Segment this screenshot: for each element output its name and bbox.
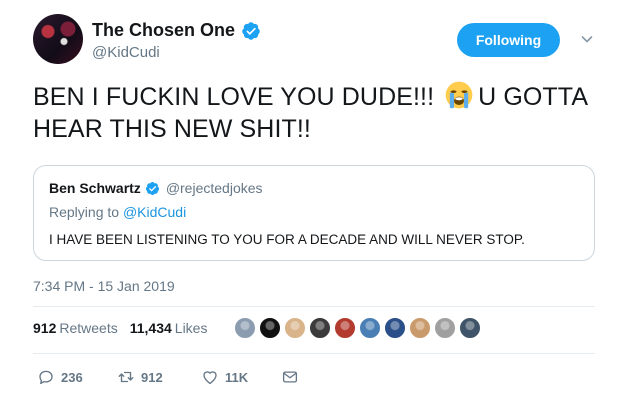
retweet-icon xyxy=(118,371,134,383)
tweet-text-part1: BEN I FUCKIN LOVE YOU DUDE!!! xyxy=(33,83,435,111)
verified-badge-icon xyxy=(145,181,159,195)
quoted-display-name: Ben Schwartz xyxy=(49,180,141,196)
direct-message-button[interactable] xyxy=(281,368,299,386)
liker-avatar[interactable] xyxy=(434,317,456,339)
tweet-card: The Chosen One @KidCudi Following BEN I … xyxy=(0,0,629,412)
likes-label: Likes xyxy=(174,320,208,336)
divider-top xyxy=(33,306,595,307)
liker-avatar[interactable] xyxy=(234,317,256,339)
replying-to-prefix: Replying to xyxy=(49,204,120,220)
tweet-timestamp[interactable]: 7:34 PM - 15 Jan 2019 xyxy=(33,278,175,294)
likes-stat[interactable]: 11,434 Likes xyxy=(130,320,208,336)
retweets-count: 912 xyxy=(33,320,57,336)
following-button[interactable]: Following xyxy=(457,23,560,57)
retweets-stat[interactable]: 912 Retweets xyxy=(33,320,118,336)
verified-badge-icon xyxy=(242,21,260,40)
divider-bottom xyxy=(33,353,595,354)
quoted-handle: @rejectedjokes xyxy=(165,180,263,196)
quoted-tweet[interactable]: Ben Schwartz @rejectedjokes Replying to … xyxy=(33,165,595,261)
retweets-label: Retweets xyxy=(59,320,118,336)
replying-to-handle-link[interactable]: @KidCudi xyxy=(123,204,186,220)
liker-avatars xyxy=(234,317,481,339)
envelope-icon xyxy=(282,371,298,383)
liker-avatar[interactable] xyxy=(309,317,331,339)
loudly-crying-face-icon xyxy=(445,81,473,109)
tweet-text: BEN I FUCKIN LOVE YOU DUDE!!! U GOTTA HE… xyxy=(33,80,593,145)
retweet-count: 912 xyxy=(141,369,163,385)
likes-count: 11,434 xyxy=(129,320,172,336)
retweet-button[interactable]: 912 xyxy=(117,368,201,386)
author-handle[interactable]: @KidCudi xyxy=(92,44,160,61)
quoted-name-row: Ben Schwartz @rejectedjokes xyxy=(49,180,263,196)
reply-count: 236 xyxy=(61,369,83,385)
liker-avatar[interactable] xyxy=(359,317,381,339)
liker-avatar[interactable] xyxy=(334,317,356,339)
quoted-replying-to: Replying to @KidCudi xyxy=(49,204,186,220)
author-name-row: The Chosen One xyxy=(92,20,261,41)
reply-button[interactable]: 236 xyxy=(37,368,117,386)
liker-avatar[interactable] xyxy=(259,317,281,339)
liker-avatar[interactable] xyxy=(384,317,406,339)
author-display-name[interactable]: The Chosen One xyxy=(92,20,235,41)
quoted-tweet-text: I HAVE BEEN LISTENING TO YOU FOR A DECAD… xyxy=(49,232,525,247)
chevron-down-icon[interactable] xyxy=(581,33,593,45)
like-count: 11K xyxy=(225,369,249,385)
reply-icon xyxy=(39,370,53,385)
liker-avatar[interactable] xyxy=(284,317,306,339)
heart-icon xyxy=(203,371,217,385)
tweet-actions: 236 912 11K xyxy=(37,368,299,386)
liker-avatar[interactable] xyxy=(409,317,431,339)
author-avatar[interactable] xyxy=(33,14,83,64)
liker-avatar[interactable] xyxy=(459,317,481,339)
engagement-stats: 912 Retweets 11,434 Likes xyxy=(33,320,207,336)
like-button[interactable]: 11K xyxy=(201,368,281,386)
